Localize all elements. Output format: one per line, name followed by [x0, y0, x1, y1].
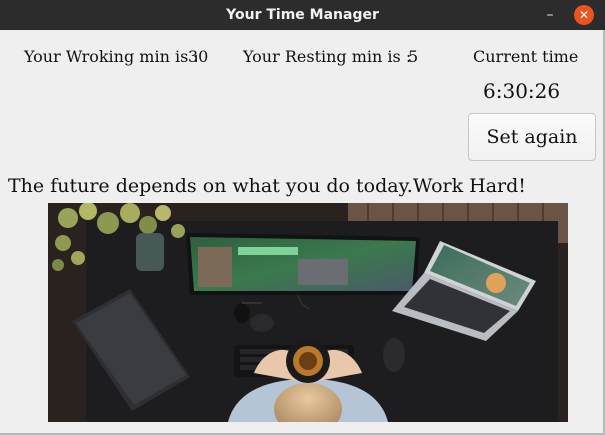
window-title: Your Time Manager: [226, 7, 379, 23]
desk-workspace-photo: [48, 203, 568, 422]
close-icon[interactable]: ✕: [574, 5, 594, 25]
app-window: Your Time Manager – ✕ Your Wroking min i…: [0, 0, 605, 435]
resting-minutes-value: 5: [408, 47, 419, 66]
motivational-quote: The future depends on what you do today.…: [8, 175, 526, 197]
resting-minutes-label: Your Resting min is :: [243, 47, 412, 66]
minimize-icon[interactable]: –: [540, 6, 560, 24]
current-time-value: 6:30:26: [483, 79, 561, 103]
current-time-label: Current time: [473, 47, 579, 66]
working-minutes-label: Your Wroking min is :: [24, 47, 199, 66]
mouse-icon: [383, 338, 405, 372]
set-again-button[interactable]: Set again: [468, 113, 596, 161]
monitor-icon: [186, 233, 420, 295]
working-minutes-value: 30: [188, 47, 209, 66]
title-bar[interactable]: Your Time Manager – ✕: [0, 0, 605, 30]
